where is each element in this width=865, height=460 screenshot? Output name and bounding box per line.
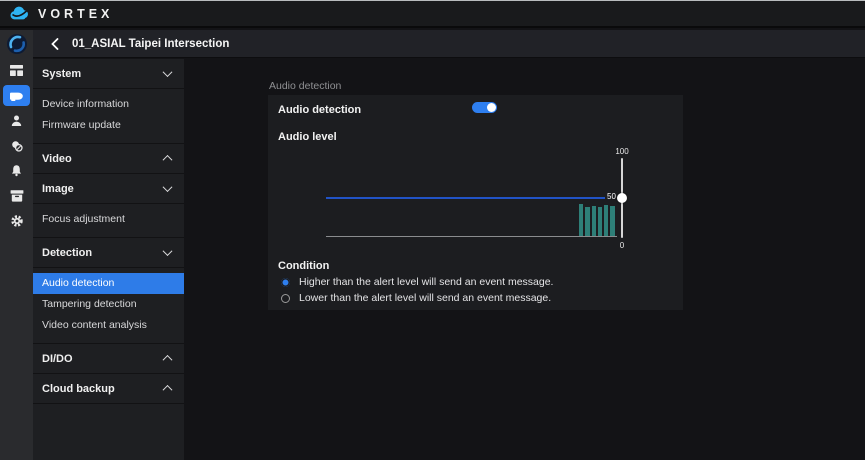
overlapping-circles-icon (10, 139, 24, 153)
alert-level-line (326, 197, 605, 199)
menu-item-audio-detection[interactable]: Audio detection (33, 273, 184, 294)
dashboard-icon (10, 65, 23, 76)
camera-icon (9, 90, 24, 102)
menu-section-label: Detection (42, 246, 93, 259)
radio-button[interactable] (281, 293, 290, 303)
rail-item-users[interactable] (0, 108, 33, 133)
audio-level-bars (579, 156, 617, 236)
menu-section-di-do[interactable]: DI/DO (33, 344, 184, 374)
menu-section-label: System (42, 67, 82, 80)
menu-section-system[interactable]: System (33, 59, 184, 89)
condition-option-higher[interactable]: Higher than the alert level will send an… (281, 276, 553, 288)
menu-item-device-information[interactable]: Device information (33, 94, 184, 115)
menu-section-label: Image (42, 182, 74, 195)
menu-section-label: DI/DO (42, 352, 73, 365)
radio-label: Higher than the alert level will send an… (299, 276, 554, 288)
back-button[interactable] (47, 36, 63, 52)
axis-min-label: 0 (619, 241, 625, 250)
menu-section-image[interactable]: Image (33, 174, 184, 204)
chevron-icon (162, 246, 173, 257)
audio-level-label: Audio level (278, 131, 337, 143)
alert-level-slider-thumb[interactable] (617, 193, 627, 203)
menu-item-tampering-detection[interactable]: Tampering detection (33, 294, 184, 315)
menu-section-label: Cloud backup (42, 382, 115, 395)
menu-group: Audio detection Tampering detection Vide… (33, 268, 184, 344)
bell-icon (10, 164, 23, 177)
radio-button[interactable] (281, 277, 290, 287)
rail-item-monitoring[interactable] (0, 133, 33, 158)
chevron-icon (162, 67, 173, 78)
top-brand-bar: VORTEX (0, 1, 865, 28)
menu-group: Focus adjustment (33, 204, 184, 238)
menu-section-detection[interactable]: Detection (33, 238, 184, 268)
menu-section-video[interactable]: Video (33, 144, 184, 174)
device-title: 01_ASIAL Taipei Intersection (72, 37, 230, 50)
rail-item-settings[interactable] (0, 208, 33, 233)
rail-item-notifications[interactable] (0, 158, 33, 183)
condition-label: Condition (278, 260, 330, 272)
chart-baseline (326, 236, 617, 237)
page-title: Audio detection (269, 80, 342, 92)
settings-menu: System Device information Firmware updat… (33, 59, 184, 460)
menu-item-video-content-analysis[interactable]: Video content analysis (33, 315, 184, 336)
rail-item-cameras[interactable] (0, 83, 33, 108)
menu-item-focus-adjustment[interactable]: Focus adjustment (33, 209, 184, 230)
chevron-icon (162, 182, 173, 193)
radio-label: Lower than the alert level will send an … (299, 292, 552, 304)
menu-section-label: Video (42, 152, 72, 165)
vortex-avatar (0, 30, 33, 58)
audio-detection-panel: Audio detection Audio level 50 100 0 Con… (268, 95, 683, 310)
menu-section-cloud-backup[interactable]: Cloud backup (33, 374, 184, 404)
vortex-cloud-logo-icon (9, 6, 31, 22)
main-content: Audio detection Audio detection Audio le… (184, 59, 865, 460)
menu-group: Device information Firmware update (33, 89, 184, 144)
archive-box-icon (10, 189, 24, 202)
chevron-icon (162, 154, 173, 165)
audio-detection-toggle-label: Audio detection (278, 104, 362, 116)
toggle-knob (487, 103, 496, 112)
app-window: VORTEX 01_ASIAL Taipei Intersection Syst… (0, 0, 865, 460)
chevron-icon (162, 354, 173, 365)
rail-item-archives[interactable] (0, 183, 33, 208)
user-icon (10, 114, 23, 127)
brand-wordmark: VORTEX (38, 6, 114, 21)
chevron-left-icon (51, 37, 59, 50)
device-titlebar: 01_ASIAL Taipei Intersection (33, 30, 865, 58)
audio-level-chart: 50 100 0 (268, 145, 683, 250)
menu-item-firmware-update[interactable]: Firmware update (33, 115, 184, 136)
audio-detection-toggle[interactable] (472, 102, 497, 113)
chevron-icon (162, 384, 173, 395)
condition-option-lower[interactable]: Lower than the alert level will send an … (281, 292, 551, 304)
icon-rail (0, 30, 33, 460)
rail-item-dashboard[interactable] (0, 58, 33, 83)
axis-max-label: 100 (615, 147, 629, 156)
gear-icon (10, 214, 24, 228)
